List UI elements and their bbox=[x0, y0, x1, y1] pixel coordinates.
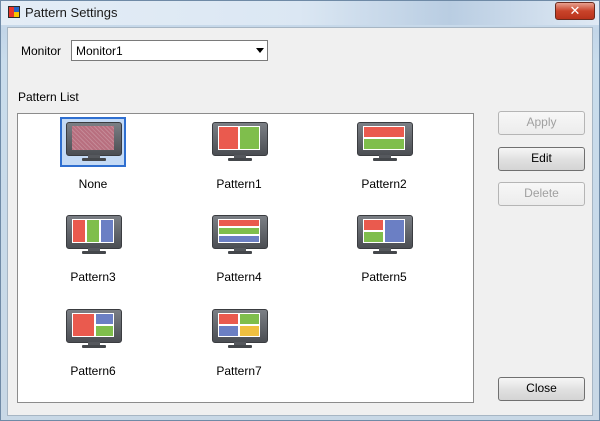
pattern-item-label: Pattern3 bbox=[70, 270, 116, 284]
pattern-item-label: Pattern6 bbox=[70, 364, 116, 378]
monitor-label: Monitor bbox=[21, 44, 62, 58]
monitor-icon bbox=[66, 122, 122, 162]
pattern-item-pattern7[interactable]: Pattern7 bbox=[184, 304, 294, 384]
title-bar[interactable]: Pattern Settings ✕ bbox=[1, 1, 599, 25]
monitor-icon bbox=[66, 309, 122, 349]
pattern-list: None Pattern1 Pattern2 Pattern3 Pattern4… bbox=[17, 113, 474, 403]
pattern-item-label: Pattern1 bbox=[216, 177, 262, 191]
window-title: Pattern Settings bbox=[25, 5, 118, 20]
pattern-item-pattern6[interactable]: Pattern6 bbox=[38, 304, 148, 384]
monitor-icon bbox=[212, 122, 268, 162]
pattern-item-label: None bbox=[78, 177, 108, 191]
edit-button[interactable]: Edit bbox=[498, 147, 585, 171]
pattern-item-pattern5[interactable]: Pattern5 bbox=[329, 210, 439, 290]
monitor-icon bbox=[212, 215, 268, 255]
pattern-list-label: Pattern List bbox=[18, 90, 79, 104]
monitor-icon bbox=[357, 122, 413, 162]
delete-button[interactable]: Delete bbox=[498, 182, 585, 206]
pattern-item-pattern4[interactable]: Pattern4 bbox=[184, 210, 294, 290]
pattern-item-none[interactable]: None bbox=[38, 117, 148, 197]
pattern-item-label: Pattern7 bbox=[216, 364, 262, 378]
pattern-item-pattern2[interactable]: Pattern2 bbox=[329, 117, 439, 197]
pattern-settings-window: Pattern Settings ✕ Monitor Monitor1 Patt… bbox=[0, 0, 600, 421]
monitor-icon bbox=[66, 215, 122, 255]
dialog-body: Monitor Monitor1 Pattern List None Patte… bbox=[7, 27, 593, 416]
monitor-dropdown-value: Monitor1 bbox=[76, 44, 123, 58]
pattern-item-pattern3[interactable]: Pattern3 bbox=[38, 210, 148, 290]
monitor-icon bbox=[212, 309, 268, 349]
pattern-item-label: Pattern5 bbox=[361, 270, 407, 284]
pattern-item-label: Pattern2 bbox=[361, 177, 407, 191]
chevron-down-icon bbox=[256, 48, 264, 53]
app-icon bbox=[8, 6, 20, 18]
window-close-button[interactable]: ✕ bbox=[555, 2, 595, 20]
close-icon: ✕ bbox=[569, 3, 581, 18]
apply-button[interactable]: Apply bbox=[498, 111, 585, 135]
close-button[interactable]: Close bbox=[498, 377, 585, 401]
pattern-item-label: Pattern4 bbox=[216, 270, 262, 284]
monitor-icon bbox=[357, 215, 413, 255]
monitor-dropdown[interactable]: Monitor1 bbox=[71, 40, 268, 61]
pattern-item-pattern1[interactable]: Pattern1 bbox=[184, 117, 294, 197]
